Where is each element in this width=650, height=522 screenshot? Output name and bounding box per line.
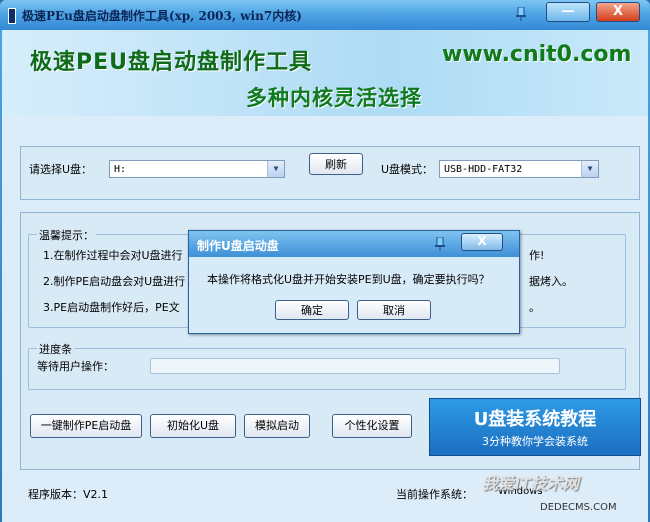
version-label: 程序版本：V2.1 bbox=[28, 488, 109, 501]
init-usb-button[interactable]: 初始化U盘 bbox=[150, 414, 236, 438]
mode-select-value: USB-HDD-FAT32 bbox=[444, 164, 523, 175]
tips-tail: 作! 据烤入。 。 bbox=[529, 243, 573, 321]
watermark: 我爱IT技术网 bbox=[482, 474, 579, 493]
dialog-message: 本操作将格式化U盘并开始安装PE到U盘，确定要执行吗？ bbox=[207, 273, 490, 286]
cancel-button[interactable]: 取消 bbox=[357, 300, 431, 320]
banner-url: www.cnit0.com bbox=[442, 42, 632, 67]
ok-button[interactable]: 确定 bbox=[275, 300, 349, 320]
window-title: 极速PEu盘启动盘制作工具(xp, 2003, win7内核) bbox=[22, 9, 302, 23]
tip-line: 2.制作PE启动盘会对U盘进行 bbox=[43, 275, 186, 288]
watermark-sub: DEDECMS.COM bbox=[540, 502, 617, 513]
tip-line: 1.在制作过程中会对U盘进行 bbox=[43, 249, 183, 262]
banner-title: 极速PEU盘启动盘制作工具 bbox=[30, 50, 313, 75]
pin-icon[interactable] bbox=[435, 237, 445, 251]
confirm-dialog: 制作U盘启动盘 X 本操作将格式化U盘并开始安装PE到U盘，确定要执行吗？ 确定… bbox=[188, 230, 520, 334]
tips-title: 温馨提示： bbox=[37, 227, 96, 243]
os-label: 当前操作系统： bbox=[396, 488, 473, 501]
simulate-boot-button[interactable]: 模拟启动 bbox=[244, 414, 310, 438]
banner-subtitle: 多种内核灵活选择 bbox=[246, 86, 422, 110]
dialog-title-bar[interactable]: 制作U盘启动盘 X bbox=[189, 231, 519, 257]
progress-title: 进度条 bbox=[37, 341, 74, 357]
header-banner: 极速PEU盘启动盘制作工具 www.cnit0.com 多种内核灵活选择 bbox=[2, 30, 648, 116]
drive-label: 请选择U盘： bbox=[29, 163, 93, 176]
close-button[interactable]: X bbox=[596, 2, 640, 22]
tip-tail: 。 bbox=[529, 301, 540, 314]
tip-tail: 作! bbox=[529, 249, 545, 262]
mode-label: U盘模式： bbox=[381, 163, 434, 176]
drive-select[interactable]: H: ▼ bbox=[109, 160, 285, 178]
app-icon bbox=[8, 8, 16, 24]
tutorial-banner[interactable]: U盘装系统教程 3分种教你学会装系统 bbox=[429, 398, 641, 456]
tips-list: 1.在制作过程中会对U盘进行 2.制作PE启动盘会对U盘进行 3.PE启动盘制作… bbox=[43, 243, 185, 321]
tip-line: 3.PE启动盘制作好后，PE文 bbox=[43, 301, 180, 314]
progress-status: 等待用户操作： bbox=[37, 360, 114, 373]
pin-icon[interactable] bbox=[516, 7, 526, 21]
dialog-title: 制作U盘启动盘 bbox=[197, 239, 279, 253]
drive-select-value: H: bbox=[114, 164, 127, 175]
make-boot-disk-button[interactable]: 一键制作PE启动盘 bbox=[30, 414, 142, 438]
refresh-button[interactable]: 刷新 bbox=[309, 153, 363, 175]
dialog-close-button[interactable]: X bbox=[461, 233, 503, 251]
chevron-down-icon[interactable]: ▼ bbox=[581, 161, 598, 177]
progress-bar bbox=[150, 358, 560, 374]
tutorial-subtitle: 3分种教你学会装系统 bbox=[482, 435, 588, 448]
tip-tail: 据烤入。 bbox=[529, 275, 573, 288]
mode-select[interactable]: USB-HDD-FAT32 ▼ bbox=[439, 160, 599, 178]
drive-panel: 请选择U盘： H: ▼ 刷新 U盘模式： USB-HDD-FAT32 ▼ bbox=[20, 146, 640, 200]
minimize-button[interactable]: — bbox=[546, 2, 590, 22]
title-bar[interactable]: 极速PEu盘启动盘制作工具(xp, 2003, win7内核) — X bbox=[0, 0, 650, 30]
chevron-down-icon[interactable]: ▼ bbox=[267, 161, 284, 177]
tutorial-title: U盘装系统教程 bbox=[473, 409, 597, 430]
customize-button[interactable]: 个性化设置 bbox=[332, 414, 412, 438]
